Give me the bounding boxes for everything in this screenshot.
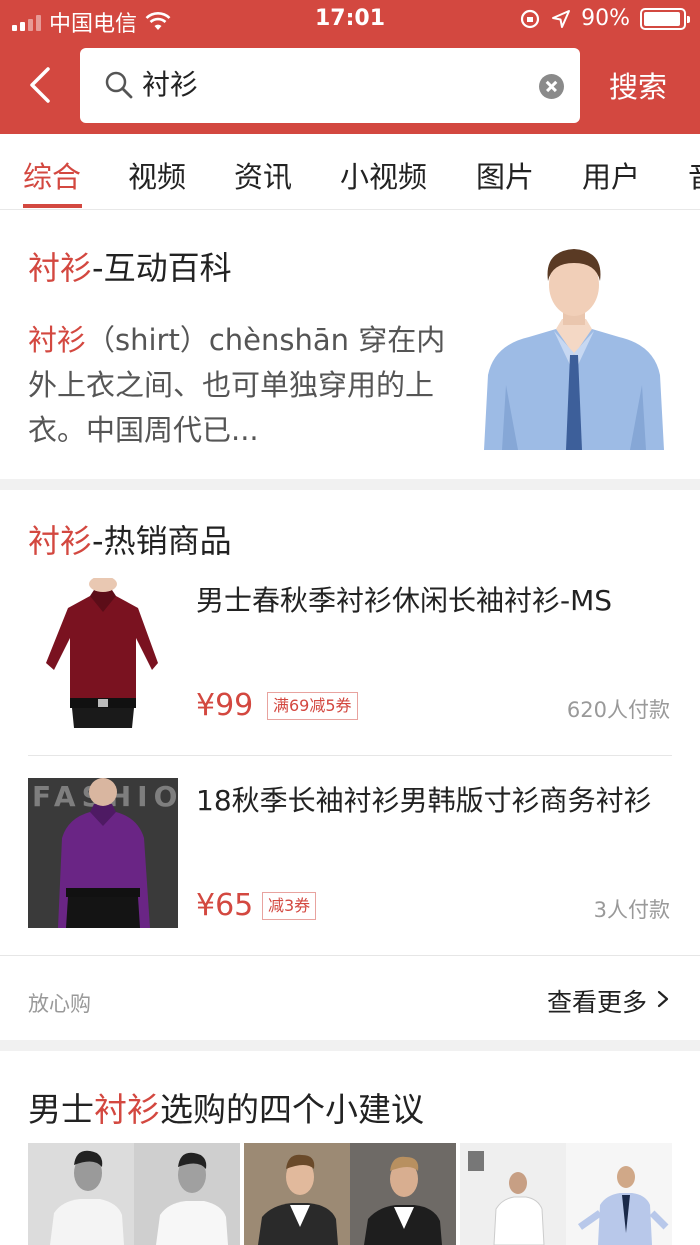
active-tab-indicator: [23, 204, 82, 208]
battery-percent: 90%: [581, 6, 630, 31]
coupon-badge: 减3券: [262, 892, 317, 920]
buyer-count: 3人付款: [593, 898, 670, 922]
location-icon: [552, 9, 571, 28]
product-image[interactable]: FASHION: [28, 778, 178, 928]
divider: [28, 755, 672, 756]
baike-desc-keyword: 衬衫: [28, 323, 87, 357]
orientation-lock-icon: [520, 9, 540, 28]
article-thumbnail[interactable]: [244, 1143, 456, 1245]
hot-goods-title-keyword: 衬衫: [28, 522, 93, 560]
product-price: ¥99: [196, 688, 254, 723]
baike-title-keyword: 衬衫: [28, 249, 93, 287]
article-title[interactable]: 男士衬衫选购的四个小建议: [28, 1083, 424, 1131]
battery-icon: [640, 7, 690, 30]
article-title-suffix: 选购的四个小建议: [160, 1090, 424, 1129]
search-query: 衬衫: [142, 68, 199, 101]
baike-description[interactable]: 衬衫（shirt）chènshān 穿在内外上衣之间、也可单独穿用的上衣。中国周…: [28, 318, 458, 453]
back-arrow-icon[interactable]: [26, 66, 54, 104]
buyer-count: 620人付款: [566, 698, 670, 722]
section-divider: [0, 479, 700, 490]
search-input[interactable]: 衬衫: [80, 48, 580, 123]
tab-images[interactable]: 图片: [476, 154, 534, 196]
search-icon: [105, 71, 133, 99]
article-thumbnail[interactable]: [28, 1143, 240, 1245]
tab-comprehensive[interactable]: 综合: [23, 154, 81, 196]
divider: [0, 955, 700, 956]
product-title[interactable]: 男士春秋季衬衫休闲长袖衬衫-MS: [196, 580, 666, 622]
brand-label: 放心购: [28, 992, 91, 1016]
tab-short-video[interactable]: 小视频: [340, 154, 427, 196]
clear-icon[interactable]: [539, 74, 564, 99]
article-thumbnail[interactable]: [460, 1143, 672, 1245]
coupon-badge: 满69减5券: [267, 692, 358, 720]
product-title[interactable]: 18秋季长袖衬衫男韩版寸衫商务衬衫: [196, 780, 666, 822]
baike-desc-text: （shirt）chènshān 穿在内外上衣之间、也可单独穿用的上衣。中国周代已…: [28, 323, 446, 447]
product-price: ¥65: [196, 888, 254, 923]
chevron-right-icon[interactable]: [656, 990, 670, 1008]
hot-goods-title-suffix: -热销商品: [92, 522, 232, 560]
search-button[interactable]: 搜索: [609, 64, 667, 106]
status-bar: 中国电信 17:01 90%: [0, 0, 700, 40]
tab-news[interactable]: 资讯: [234, 154, 292, 196]
product-image[interactable]: [28, 578, 178, 728]
see-more-link[interactable]: 查看更多: [547, 983, 647, 1019]
hot-goods-title[interactable]: 衬衫-热销商品: [28, 516, 232, 562]
tab-video[interactable]: 视频: [128, 154, 186, 196]
article-title-prefix: 男士: [28, 1090, 94, 1129]
baike-title[interactable]: 衬衫-互动百科: [28, 243, 232, 289]
category-tabs: 综合 视频 资讯 小视频 图片 用户 音: [0, 134, 700, 210]
tab-music[interactable]: 音: [688, 154, 700, 196]
section-divider: [0, 1040, 700, 1051]
tab-users[interactable]: 用户: [582, 154, 640, 196]
article-title-keyword: 衬衫: [94, 1090, 160, 1129]
baike-title-suffix: -互动百科: [92, 249, 232, 287]
baike-image[interactable]: [484, 245, 664, 450]
